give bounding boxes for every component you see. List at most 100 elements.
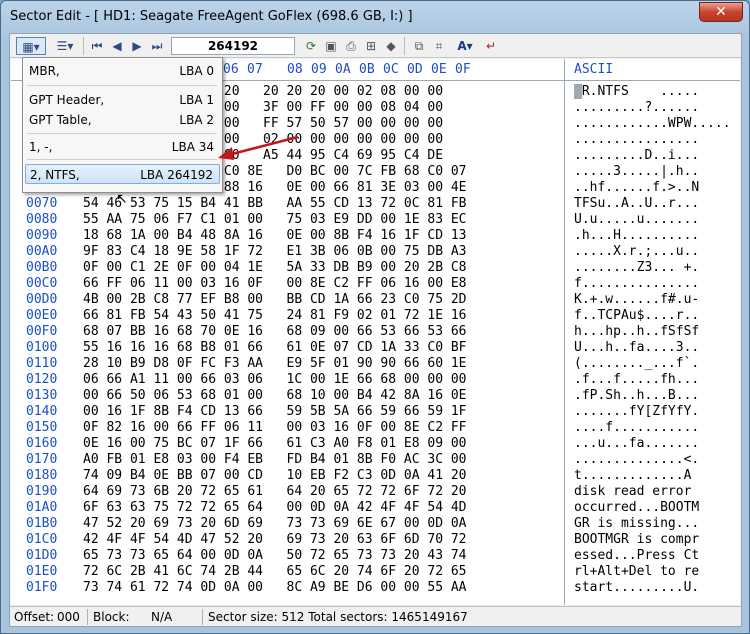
row-ascii[interactable]: U...h..fa....3.. — [574, 340, 699, 356]
save-icon[interactable]: ▣ — [322, 37, 340, 55]
row-hex-bytes[interactable]: 66 81 FB 54 43 50 41 75 24 81 F9 02 01 7… — [83, 308, 467, 324]
row-ascii[interactable]: ............WPW..... — [574, 116, 731, 132]
row-ascii[interactable]: TFSu..A..U..r... — [574, 196, 699, 212]
hex-row[interactable]: 0180 74 09 B4 0E BB 07 00 CD 10 EB F2 C3 … — [11, 468, 740, 484]
row-ascii[interactable]: .fP.Sh..h...B... — [574, 388, 699, 404]
row-ascii[interactable]: R.NTFS ..... — [574, 84, 699, 100]
row-hex-bytes[interactable]: 55 16 16 16 68 B8 01 66 61 0E 07 CD 1A 3… — [83, 340, 467, 356]
row-ascii[interactable]: .....X.r.;...u.. — [574, 244, 699, 260]
row-ascii[interactable]: GR is missing... — [574, 516, 699, 532]
row-hex-bytes[interactable]: 0F 82 16 00 66 FF 06 11 00 03 16 0F 00 8… — [83, 420, 467, 436]
hex-row[interactable]: 01B0 47 52 20 69 73 20 6D 69 73 73 69 6E … — [11, 516, 740, 532]
next-sector-icon[interactable]: ▶ — [128, 37, 146, 55]
exit-icon[interactable]: ↵ — [482, 37, 500, 55]
row-ascii[interactable]: .....3.....|.h.. — [574, 164, 699, 180]
row-hex-bytes[interactable]: A0 FB 01 E8 03 00 F4 EB FD B4 01 8B F0 A… — [83, 452, 467, 468]
hex-row[interactable]: 0110 28 10 B9 D8 0F FC F3 AA E9 5F 01 90 … — [11, 356, 740, 372]
row-ascii[interactable]: .......fY[ZfYfY. — [574, 404, 699, 420]
row-hex-bytes[interactable]: 54 46 53 75 15 B4 41 BB AA 55 CD 13 72 0… — [83, 196, 467, 212]
last-sector-icon[interactable]: ⏭ — [148, 37, 166, 55]
row-hex-bytes[interactable]: 28 10 B9 D8 0F FC F3 AA E9 5F 01 90 90 6… — [83, 356, 467, 372]
hex-row[interactable]: 01D0 65 73 73 65 64 00 0D 0A 50 72 65 73 … — [11, 548, 740, 564]
row-ascii[interactable]: .........?...... — [574, 100, 699, 116]
hex-row[interactable]: 00A0 9F 83 C4 18 9E 58 1F 72 E1 3B 06 0B … — [11, 244, 740, 260]
hex-row[interactable]: 00F0 68 07 BB 16 68 70 0E 16 68 09 00 66 … — [11, 324, 740, 340]
row-ascii[interactable]: essed...Press Ct — [574, 548, 699, 564]
row-hex-bytes[interactable]: 66 FF 06 11 00 03 16 0F 00 8E C2 FF 06 1… — [83, 276, 467, 292]
previous-sector-icon[interactable]: ◀ — [108, 37, 126, 55]
row-hex-bytes[interactable]: 9F 83 C4 18 9E 58 1F 72 E1 3B 06 0B 00 7… — [83, 244, 467, 260]
row-hex-bytes[interactable]: 74 09 B4 0E BB 07 00 CD 10 EB F2 C3 0D 0… — [83, 468, 467, 484]
hex-row[interactable]: 01E0 72 6C 2B 41 6C 74 2B 44 65 6C 20 74 … — [11, 564, 740, 580]
row-ascii[interactable]: .f...f.....fh... — [574, 372, 699, 388]
refresh-icon[interactable]: ⟳ — [302, 37, 320, 55]
row-ascii[interactable]: .........D..i... — [574, 148, 699, 164]
row-hex-bytes[interactable]: 00 16 1F 8B F4 CD 13 66 59 5B 5A 66 59 6… — [83, 404, 467, 420]
print-icon[interactable]: ⎙ — [342, 37, 360, 55]
row-ascii[interactable]: h...hp..h..fSfSf — [574, 324, 699, 340]
row-ascii[interactable]: BOOTMGR is compr — [574, 532, 699, 548]
hex-row[interactable]: 00C0 66 FF 06 11 00 03 16 0F 00 8E C2 FF … — [11, 276, 740, 292]
row-hex-bytes[interactable]: 0E 16 00 75 BC 07 1F 66 61 C3 A0 F8 01 E… — [83, 436, 467, 452]
hex-row[interactable]: 00D0 4B 00 2B C8 77 EF B8 00 BB CD 1A 66 … — [11, 292, 740, 308]
partition-menu-button[interactable]: ▦▾ — [16, 37, 46, 55]
row-hex-bytes[interactable]: 73 74 61 72 74 0D 0A 00 8C A9 BE D6 00 0… — [83, 580, 467, 596]
row-ascii[interactable]: t.............A — [574, 468, 699, 484]
sector-number-input[interactable]: 264192 — [171, 37, 295, 55]
row-ascii[interactable]: U.u.....u....... — [574, 212, 699, 228]
hex-row[interactable]: 0170 A0 FB 01 E8 03 00 F4 EB FD B4 01 8B … — [11, 452, 740, 468]
row-hex-bytes[interactable]: 6F 63 63 75 72 72 65 64 00 0D 0A 42 4F 4… — [83, 500, 467, 516]
row-ascii[interactable]: ...u...fa....... — [574, 436, 699, 452]
row-hex-bytes[interactable]: 68 07 BB 16 68 70 0E 16 68 09 00 66 53 6… — [83, 324, 467, 340]
row-ascii[interactable]: ..hf......f.>..N — [574, 180, 699, 196]
hex-row[interactable]: 0120 06 66 A1 11 00 66 03 06 1C 00 1E 66 … — [11, 372, 740, 388]
hex-row[interactable]: 0090 18 68 1A 00 B4 48 8A 16 0E 00 8B F4 … — [11, 228, 740, 244]
hex-row[interactable]: 01A0 6F 63 63 75 72 72 65 64 00 0D 0A 42 … — [11, 500, 740, 516]
row-ascii[interactable]: f............... — [574, 276, 699, 292]
menu-item-gpt-table[interactable]: GPT Table, LBA 2 — [25, 110, 220, 130]
row-hex-bytes[interactable]: 47 52 20 69 73 20 6D 69 73 73 69 6E 67 0… — [83, 516, 467, 532]
row-hex-bytes[interactable]: 0F 00 C1 2E 0F 00 04 1E 5A 33 DB B9 00 2… — [83, 260, 467, 276]
row-hex-bytes[interactable]: 42 4F 4F 54 4D 47 52 20 69 73 20 63 6F 6… — [83, 532, 467, 548]
row-ascii[interactable]: ................ — [574, 132, 699, 148]
font-menu-icon[interactable]: A▾ — [452, 37, 478, 55]
row-hex-bytes[interactable]: 55 AA 75 06 F7 C1 01 00 75 03 E9 DD 00 1… — [83, 212, 467, 228]
view-menu-button[interactable]: ☰▾ — [50, 37, 80, 55]
close-button[interactable]: ✕ — [699, 2, 743, 22]
row-ascii[interactable]: f..TCPAu$....r.. — [574, 308, 699, 324]
row-ascii[interactable]: occurred...BOOTM — [574, 500, 699, 516]
menu-item-mbr[interactable]: MBR, LBA 0 — [25, 61, 220, 81]
row-ascii[interactable]: (........_...f`. — [574, 356, 699, 372]
hex-row[interactable]: 01C0 42 4F 4F 54 4D 47 52 20 69 73 20 63 … — [11, 532, 740, 548]
export-icon[interactable]: ⊞ — [362, 37, 380, 55]
hex-row[interactable]: 00E0 66 81 FB 54 43 50 41 75 24 81 F9 02 … — [11, 308, 740, 324]
row-ascii[interactable]: .h...H.......... — [574, 228, 699, 244]
row-ascii[interactable]: ....f........... — [574, 420, 699, 436]
row-hex-bytes[interactable]: 4B 00 2B C8 77 EF B8 00 BB CD 1A 66 23 C… — [83, 292, 467, 308]
row-ascii[interactable]: rl+Alt+Del to re — [574, 564, 699, 580]
hex-row[interactable]: 0100 55 16 16 16 68 B8 01 66 61 0E 07 CD … — [11, 340, 740, 356]
row-ascii[interactable]: disk read error — [574, 484, 699, 500]
row-hex-bytes[interactable]: 18 68 1A 00 B4 48 8A 16 0E 00 8B F4 16 1… — [83, 228, 467, 244]
row-ascii[interactable]: start.........U. — [574, 580, 699, 596]
row-hex-bytes[interactable]: 06 66 A1 11 00 66 03 06 1C 00 1E 66 68 0… — [83, 372, 467, 388]
menu-item-gpt-header[interactable]: GPT Header, LBA 1 — [25, 90, 220, 110]
row-hex-bytes[interactable]: 72 6C 2B 41 6C 74 2B 44 65 6C 20 74 6F 2… — [83, 564, 467, 580]
first-sector-icon[interactable]: ⏮ — [88, 37, 106, 55]
hex-row[interactable]: 0150 0F 82 16 00 66 FF 06 11 00 03 16 0F … — [11, 420, 740, 436]
menu-item-partition-1[interactable]: 1, -, LBA 34 — [25, 137, 220, 157]
menu-item-partition-2-ntfs[interactable]: 2, NTFS, LBA 264192 — [25, 164, 220, 184]
row-ascii[interactable]: ........Z3... +. — [574, 260, 699, 276]
hex-row[interactable]: 0190 64 69 73 6B 20 72 65 61 64 20 65 72 … — [11, 484, 740, 500]
calculator-icon[interactable]: ⌗ — [430, 37, 448, 55]
hex-row[interactable]: 0140 00 16 1F 8B F4 CD 13 66 59 5B 5A 66 … — [11, 404, 740, 420]
fill-icon[interactable]: ◆ — [382, 37, 400, 55]
row-ascii[interactable]: K.+.w......f#.u- — [574, 292, 699, 308]
row-hex-bytes[interactable]: 64 69 73 6B 20 72 65 61 64 20 65 72 72 6… — [83, 484, 467, 500]
hex-row[interactable]: 0130 00 66 50 06 53 68 01 00 68 10 00 B4 … — [11, 388, 740, 404]
hex-row[interactable]: 0160 0E 16 00 75 BC 07 1F 66 61 C3 A0 F8 … — [11, 436, 740, 452]
hex-row[interactable]: 0080 55 AA 75 06 F7 C1 01 00 75 03 E9 DD … — [11, 212, 740, 228]
row-hex-bytes[interactable]: 00 66 50 06 53 68 01 00 68 10 00 B4 42 8… — [83, 388, 467, 404]
hex-row[interactable]: 00B0 0F 00 C1 2E 0F 00 04 1E 5A 33 DB B9 … — [11, 260, 740, 276]
hex-row[interactable]: 01F0 73 74 61 72 74 0D 0A 00 8C A9 BE D6 … — [11, 580, 740, 596]
